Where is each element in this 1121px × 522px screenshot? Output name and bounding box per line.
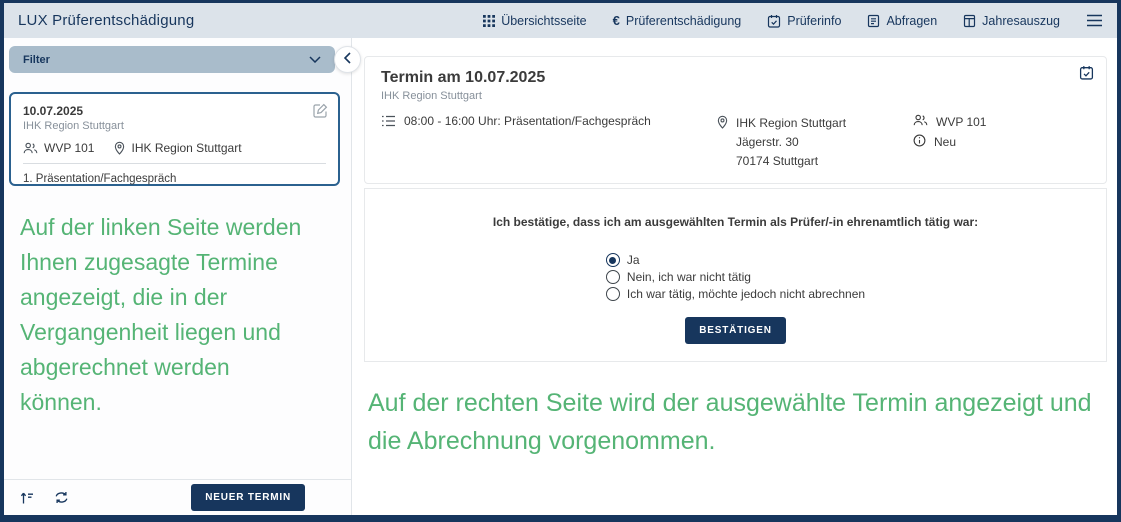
report-icon	[963, 14, 976, 28]
chevron-left-icon	[343, 52, 351, 67]
appointment-detail-card: Termin am 10.07.2025 IHK Region Stuttgar…	[364, 56, 1107, 184]
sidebar: Filter 10.07.2025 IHK Region Stuttgart W…	[4, 38, 352, 515]
refresh-icon[interactable]	[54, 491, 69, 504]
nav-label: Prüferentschädigung	[625, 13, 742, 28]
app-title: LUX Prüferentschädigung	[18, 12, 195, 29]
nav-label: Prüferinfo	[787, 13, 842, 28]
appointment-date: 10.07.2025	[23, 104, 84, 118]
sidebar-collapse-button[interactable]	[334, 46, 361, 73]
sidebar-toolbar: NEUER TERMIN	[4, 479, 351, 515]
location-pin-icon	[114, 141, 125, 155]
appointment-group: WVP 101	[936, 114, 987, 129]
appointment-card[interactable]: 10.07.2025 IHK Region Stuttgart WVP 101 …	[9, 92, 340, 186]
radio-option-taetig-nicht-abrechnen[interactable]: Ich war tätig, möchte jedoch nicht abrec…	[605, 287, 866, 301]
calendar-check-icon[interactable]	[1079, 65, 1094, 80]
radio-button[interactable]	[605, 287, 620, 301]
sort-icon[interactable]	[20, 491, 34, 505]
appointment-location: IHK Region Stuttgart	[131, 141, 242, 155]
nav-uebersichtsseite[interactable]: Übersichtsseite	[483, 13, 587, 28]
nav-label: Abfragen	[886, 13, 938, 28]
euro-icon: €	[612, 13, 620, 28]
appointment-organization: IHK Region Stuttgart	[23, 120, 124, 132]
content-area: Filter 10.07.2025 IHK Region Stuttgart W…	[4, 38, 1117, 515]
appointment-group: WVP 101	[44, 141, 95, 155]
radio-button[interactable]	[605, 253, 620, 267]
nav-prueferentschaedigung[interactable]: € Prüferentschädigung	[613, 14, 742, 28]
annotation-right: Auf der rechten Seite wird der ausgewähl…	[368, 389, 1092, 455]
address-line: Jägerstr. 30	[736, 135, 799, 149]
people-icon	[23, 142, 38, 154]
nav-jahresauszug[interactable]: Jahresauszug	[963, 14, 1060, 28]
location-pin-icon	[717, 115, 728, 129]
hamburger-menu-icon	[1086, 14, 1103, 27]
appointment-item: 1. Präsentation/Fachgespräch	[23, 173, 177, 185]
appointment-title: Termin am 10.07.2025	[381, 69, 546, 86]
radio-option-nein[interactable]: Nein, ich war nicht tätig	[605, 270, 865, 284]
main-panel: Termin am 10.07.2025 IHK Region Stuttgar…	[352, 38, 1117, 515]
new-appointment-button[interactable]: NEUER TERMIN	[191, 484, 305, 511]
top-nav: Übersichtsseite € Prüferentschädigung Pr…	[483, 14, 1103, 28]
nav-abfragen[interactable]: Abfragen	[867, 14, 937, 28]
radio-group: Ja Nein, ich war nicht tätig Ich war tät…	[605, 253, 866, 301]
radio-button[interactable]	[605, 270, 620, 284]
app-window: LUX Prüferentschädigung Übersichtsseite …	[0, 0, 1121, 522]
annotation-left: Auf der linken Seite werden Ihnen zugesa…	[20, 214, 302, 415]
appointment-subtitle: IHK Region Stuttgart	[381, 90, 482, 102]
radio-label: Nein, ich war nicht tätig	[626, 270, 751, 284]
confirmation-question: Ich bestätige, dass ich am ausgewählten …	[492, 215, 979, 229]
chevron-down-icon	[309, 56, 321, 63]
document-icon	[867, 14, 880, 28]
grid-icon	[483, 14, 496, 27]
filter-label: Filter	[23, 53, 50, 66]
top-bar: LUX Prüferentschädigung Übersichtsseite …	[4, 3, 1117, 38]
edit-appointment-icon[interactable]	[313, 103, 328, 118]
nav-label: Jahresauszug	[982, 13, 1060, 28]
radio-label: Ja	[626, 253, 640, 267]
confirmation-box: Ich bestätige, dass ich am ausgewählten …	[364, 188, 1107, 362]
address-line: 70174 Stuttgart	[736, 154, 819, 168]
people-icon	[913, 114, 928, 129]
radio-option-ja[interactable]: Ja	[605, 253, 865, 267]
nav-label: Übersichtsseite	[501, 13, 587, 28]
info-icon	[913, 134, 926, 150]
menu-button[interactable]	[1086, 14, 1103, 27]
list-icon	[381, 115, 396, 127]
filter-dropdown[interactable]: Filter	[9, 46, 335, 73]
calendar-check-icon	[767, 14, 781, 28]
confirm-button[interactable]: BESTÄTIGEN	[685, 317, 786, 344]
appointment-time: 08:00 - 16:00 Uhr: Präsentation/Fachgesp…	[404, 114, 651, 128]
address-line: IHK Region Stuttgart	[736, 116, 847, 130]
nav-prueferinfo[interactable]: Prüferinfo	[767, 14, 841, 28]
radio-label: Ich war tätig, möchte jedoch nicht abrec…	[626, 287, 866, 301]
divider	[23, 163, 326, 164]
appointment-status: Neu	[934, 135, 957, 149]
